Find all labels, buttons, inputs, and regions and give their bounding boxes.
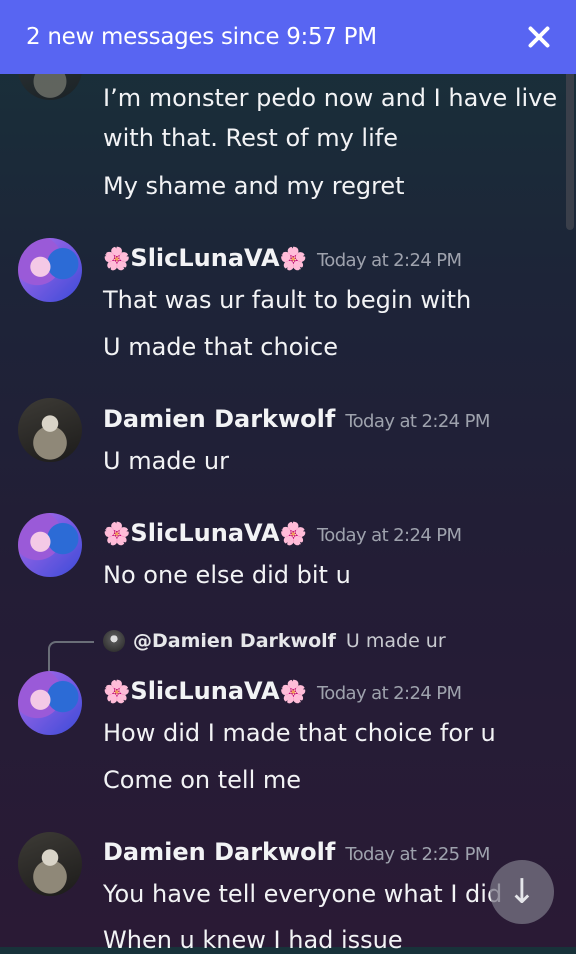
message-line: When u knew I had issue	[103, 926, 403, 954]
message-header: Damien Darkwolf Today at 2:25 PM	[103, 838, 490, 866]
message-line: I’m monster pedo now and I have live	[103, 84, 558, 112]
message-header: 🌸SlicLunaVA🌸 Today at 2:24 PM	[103, 519, 462, 547]
new-messages-text: 2 new messages since 9:57 PM	[26, 24, 377, 50]
message-line: No one else did bit u	[103, 561, 351, 589]
lotus-icon: 🌸	[103, 522, 131, 547]
author-name[interactable]: Damien Darkwolf	[103, 405, 335, 433]
avatar[interactable]	[18, 238, 82, 302]
avatar[interactable]	[18, 398, 82, 462]
message-line: with that. Rest of my life	[103, 124, 398, 152]
message-header: 🌸SlicLunaVA🌸 Today at 2:24 PM	[103, 244, 462, 272]
message-line: How did I made that choice for u	[103, 719, 496, 747]
new-messages-banner[interactable]: 2 new messages since 9:57 PM	[0, 0, 576, 74]
author-name[interactable]: SlicLunaVA	[130, 244, 279, 272]
lotus-icon: 🌸	[279, 247, 307, 272]
timestamp: Today at 2:25 PM	[345, 844, 490, 865]
message-header: 🌸SlicLunaVA🌸 Today at 2:24 PM	[103, 677, 462, 705]
timestamp: Today at 2:24 PM	[316, 525, 462, 546]
jump-to-bottom-button[interactable]: ↓	[490, 860, 554, 924]
lotus-icon: 🌸	[103, 247, 131, 272]
reply-mention[interactable]: @Damien Darkwolf	[133, 630, 336, 652]
message-line: That was ur fault to begin with	[103, 286, 472, 314]
author-name[interactable]: SlicLunaVA	[130, 677, 279, 705]
avatar[interactable]	[18, 671, 82, 735]
arrow-down-icon: ↓	[507, 872, 537, 912]
lotus-icon: 🌸	[279, 522, 307, 547]
message-line: My shame and my regret	[103, 172, 405, 200]
timestamp: Today at 2:24 PM	[316, 683, 462, 704]
message-line: U made that choice	[103, 333, 338, 361]
close-icon[interactable]	[524, 22, 554, 52]
message-line: Come on tell me	[103, 766, 302, 794]
message-header: Damien Darkwolf Today at 2:24 PM	[103, 405, 490, 433]
lotus-icon: 🌸	[279, 680, 307, 705]
author-name[interactable]: Damien Darkwolf	[103, 838, 335, 866]
timestamp: Today at 2:24 PM	[345, 411, 490, 432]
reply-text: U made ur	[345, 630, 446, 652]
reply-connector	[48, 641, 94, 671]
reply-avatar	[103, 630, 125, 652]
author-name[interactable]: SlicLunaVA	[130, 519, 279, 547]
message-line: U made ur	[103, 447, 229, 475]
message-line: You have tell everyone what I did	[103, 880, 503, 908]
timestamp: Today at 2:24 PM	[316, 250, 462, 271]
avatar[interactable]	[18, 513, 82, 577]
avatar[interactable]	[18, 832, 82, 896]
lotus-icon: 🌸	[103, 680, 131, 705]
reply-preview[interactable]: @Damien Darkwolf U made ur	[103, 630, 446, 652]
